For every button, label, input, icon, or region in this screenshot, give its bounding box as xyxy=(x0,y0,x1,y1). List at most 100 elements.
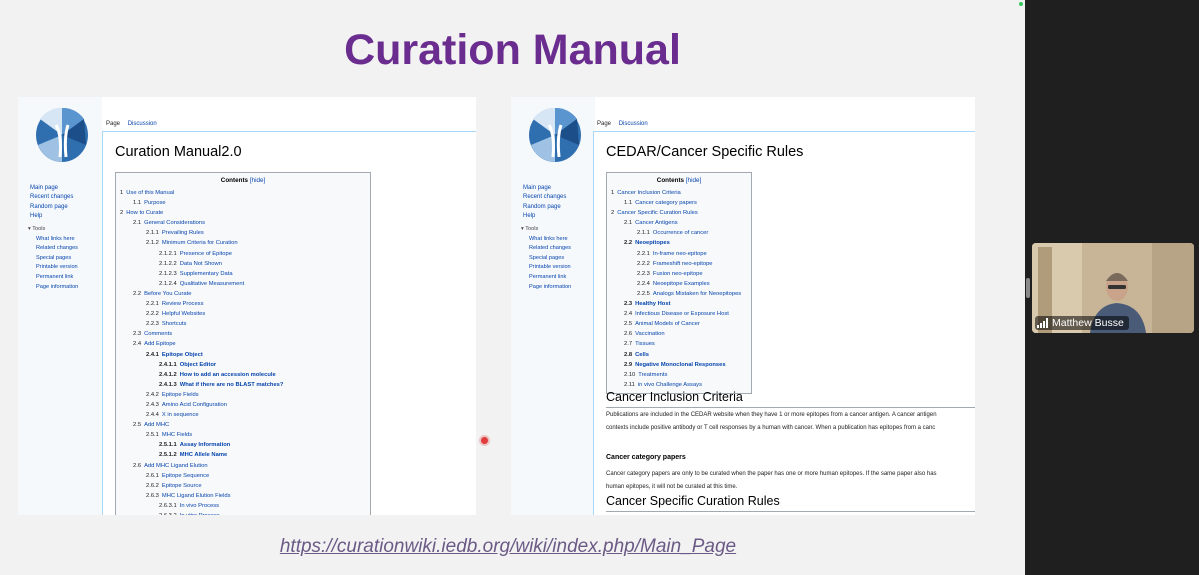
toc-item[interactable]: 2.2.4 Neoepitope Examples xyxy=(611,279,747,289)
toc-item[interactable]: 2.6.2 Epitope Source xyxy=(120,481,366,491)
toc-item[interactable]: 2.4.4 X in sequence xyxy=(120,410,366,420)
tools-related-changes-link[interactable]: Related changes xyxy=(529,244,571,254)
toc-item[interactable]: 2.4.1 Epitope Object xyxy=(120,350,366,360)
wiki-nav-menu: Main page Recent changes Random page Hel… xyxy=(30,184,73,222)
toc-item-label: Add MHC Ligand Elution xyxy=(144,462,208,469)
toc-item[interactable]: 2.4.1.3 What if there are no BLAST matche… xyxy=(120,380,366,390)
toc-item[interactable]: 2.2 Before You Curate xyxy=(120,289,366,299)
nav-recent-changes-link[interactable]: Recent changes xyxy=(523,193,566,202)
subsection-heading-cancer-category: Cancer category papers xyxy=(606,454,686,461)
nav-random-page-link[interactable]: Random page xyxy=(30,203,73,212)
toc-item-number: 2.2 xyxy=(624,240,633,247)
toc-item[interactable]: 2.10 Treatments xyxy=(611,370,747,380)
toc-item[interactable]: 1.1 Cancer category papers xyxy=(611,198,747,208)
tools-permanent-link[interactable]: Permanent link xyxy=(529,273,571,283)
toc-item[interactable]: 2.3 Comments xyxy=(120,329,366,339)
toc-item[interactable]: 1.1 Purpose xyxy=(120,198,366,208)
tools-related-changes-link[interactable]: Related changes xyxy=(36,244,78,254)
toc-item[interactable]: 2.2 Neoepitopes xyxy=(611,238,747,248)
toc-item[interactable]: 2.4.3 Amino Acid Configuration xyxy=(120,400,366,410)
toc-item[interactable]: 2.2.1 In-frame neo-epitope xyxy=(611,249,747,259)
tools-permanent-link[interactable]: Permanent link xyxy=(36,273,78,283)
toc-item[interactable]: 2.4.2 Epitope Fields xyxy=(120,390,366,400)
toc-item[interactable]: 2.5 Add MHC xyxy=(120,420,366,430)
toc-item[interactable]: 2.2.3 Fusion neo-epitope xyxy=(611,269,747,279)
toc-hide-link[interactable]: [hide] xyxy=(250,177,265,184)
toc-item[interactable]: 1 Cancer Inclusion Criteria xyxy=(611,188,747,198)
tools-what-links-here-link[interactable]: What links here xyxy=(529,235,571,245)
toc-item[interactable]: 2.2.5 Analogs Mistaken for Neoepitopes xyxy=(611,289,747,299)
toc-item[interactable]: 2.5 Animal Models of Cancer xyxy=(611,319,747,329)
toc-item[interactable]: 2.2.3 Shortcuts xyxy=(120,319,366,329)
toc-item[interactable]: 2.4 Infectious Disease or Exposure Host xyxy=(611,309,747,319)
toc-item[interactable]: 2.6.3.2In vitro Process xyxy=(120,511,366,515)
tools-heading[interactable]: ▾ Tools xyxy=(521,225,571,235)
tab-discussion[interactable]: Discussion xyxy=(619,121,648,127)
tools-page-information-link[interactable]: Page information xyxy=(36,283,78,293)
tools-page-information-link[interactable]: Page information xyxy=(529,283,571,293)
toc-item[interactable]: 2.1.2.1 Presence of Epitope xyxy=(120,249,366,259)
slide-url-link[interactable]: https://curationwiki.iedb.org/wiki/index… xyxy=(0,536,1016,558)
toc-item[interactable]: 2.6.3 MHC Ligand Elution Fields xyxy=(120,491,366,501)
toc-item[interactable]: 2.11 in vivo Challenge Assays xyxy=(611,380,747,390)
toc-item-label: Shortcuts xyxy=(161,321,187,328)
toc-item-label: Use of this Manual xyxy=(126,190,175,196)
toc-item[interactable]: 2.1.2 Minimum Criteria for Curation xyxy=(120,238,366,248)
tools-special-pages-link[interactable]: Special pages xyxy=(36,254,78,264)
toc-item[interactable]: 2.7 Tissues xyxy=(611,339,747,349)
toc-item[interactable]: 2.8 Cells xyxy=(611,350,747,360)
toc-item[interactable]: 2.1.2.4 Qualitative Measurement xyxy=(120,279,366,289)
toc-list: 1 Cancer Inclusion Criteria 1.1 Cancer cate… xyxy=(611,188,747,390)
tab-discussion[interactable]: Discussion xyxy=(128,121,157,127)
toc-item[interactable]: 2.2.2 Helpful Websites xyxy=(120,309,366,319)
tools-heading[interactable]: ▾ Tools xyxy=(28,225,78,235)
wiki-tools-menu: ▾ Tools What links here Related changes … xyxy=(28,225,78,292)
nav-main-page-link[interactable]: Main page xyxy=(30,184,73,193)
toc-item[interactable]: 2.6.1 Epitope Sequence xyxy=(120,471,366,481)
toc-item[interactable]: 2.9 Negative Monoclonal Responses xyxy=(611,360,747,370)
toc-item[interactable]: 2.4 Add Epitope xyxy=(120,339,366,349)
toc-item[interactable]: 2.1.2.3 Supplementary Data xyxy=(120,269,366,279)
tools-what-links-here-link[interactable]: What links here xyxy=(36,235,78,245)
toc-item-label: Review Process xyxy=(161,301,204,308)
nav-random-page-link[interactable]: Random page xyxy=(523,203,566,212)
toc-item[interactable]: 2.2.1 Review Process xyxy=(120,299,366,309)
nav-recent-changes-link[interactable]: Recent changes xyxy=(30,193,73,202)
toc-item[interactable]: 1 Use of this Manual xyxy=(120,188,366,198)
tab-page[interactable]: Page xyxy=(597,121,611,127)
tools-printable-version-link[interactable]: Printable version xyxy=(36,263,78,273)
toc-hide-link[interactable]: [hide] xyxy=(686,177,701,184)
toc-item[interactable]: 2.5.1.1 Assay Information xyxy=(120,440,366,450)
toc-item[interactable]: 2.4.1.2 How to add an accession molecule xyxy=(120,370,366,380)
toc-item[interactable]: 2.3 Healthy Host xyxy=(611,299,747,309)
toc-item[interactable]: 2.5.1.2 MHC Allele Name xyxy=(120,450,366,460)
toc-item[interactable]: 2.6 Vaccination xyxy=(611,329,747,339)
nav-help-link[interactable]: Help xyxy=(30,212,73,221)
tools-printable-version-link[interactable]: Printable version xyxy=(529,263,571,273)
toc-item-label: Negative Monoclonal Responses xyxy=(635,361,726,368)
wiki-screenshot-cedar-rules: Main page Recent changes Random page Hel… xyxy=(511,97,975,515)
tab-page[interactable]: Page xyxy=(106,121,120,127)
toc-item[interactable]: 2.4.1.1 Object Editor xyxy=(120,360,366,370)
toc-item-number: 2.1.2.4 xyxy=(159,280,177,287)
toc-item-label: Cancer Inclusion Criteria xyxy=(617,190,681,196)
toc-item[interactable]: 2.1.1 Occurrence of cancer xyxy=(611,228,747,238)
nav-main-page-link[interactable]: Main page xyxy=(523,184,566,193)
toc-title: Contents xyxy=(220,177,249,184)
toc-item[interactable]: 2.1 General Considerations xyxy=(120,218,366,228)
toc-item[interactable]: 2 Cancer Specific Curation Rules xyxy=(611,208,747,218)
toc-item[interactable]: 2.1.1 Prevailing Rules xyxy=(120,228,366,238)
panel-resize-handle[interactable] xyxy=(1026,278,1030,298)
toc-item[interactable]: 2.1 Cancer Antigens xyxy=(611,218,747,228)
toc-item[interactable]: 2.6 Add MHC Ligand Elution xyxy=(120,461,366,471)
toc-item[interactable]: 2.5.1 MHC Fields xyxy=(120,430,366,440)
toc-item[interactable]: 2.2.2 Frameshift neo-epitope xyxy=(611,259,747,269)
participant-video-tile[interactable]: Matthew Busse xyxy=(1032,243,1194,333)
table-of-contents: Contents [hide] 1 Cancer Inclusion Criter… xyxy=(606,172,752,394)
nav-help-link[interactable]: Help xyxy=(523,212,566,221)
tools-special-pages-link[interactable]: Special pages xyxy=(529,254,571,264)
toc-item[interactable]: 2.1.2.2 Data Not Shown xyxy=(120,259,366,269)
toc-item[interactable]: 2 How to Curate xyxy=(120,208,366,218)
paragraph-line: Cancer category papers are only to be cu… xyxy=(606,471,937,477)
toc-item[interactable]: 2.6.3.1 In vivo Process xyxy=(120,501,366,511)
